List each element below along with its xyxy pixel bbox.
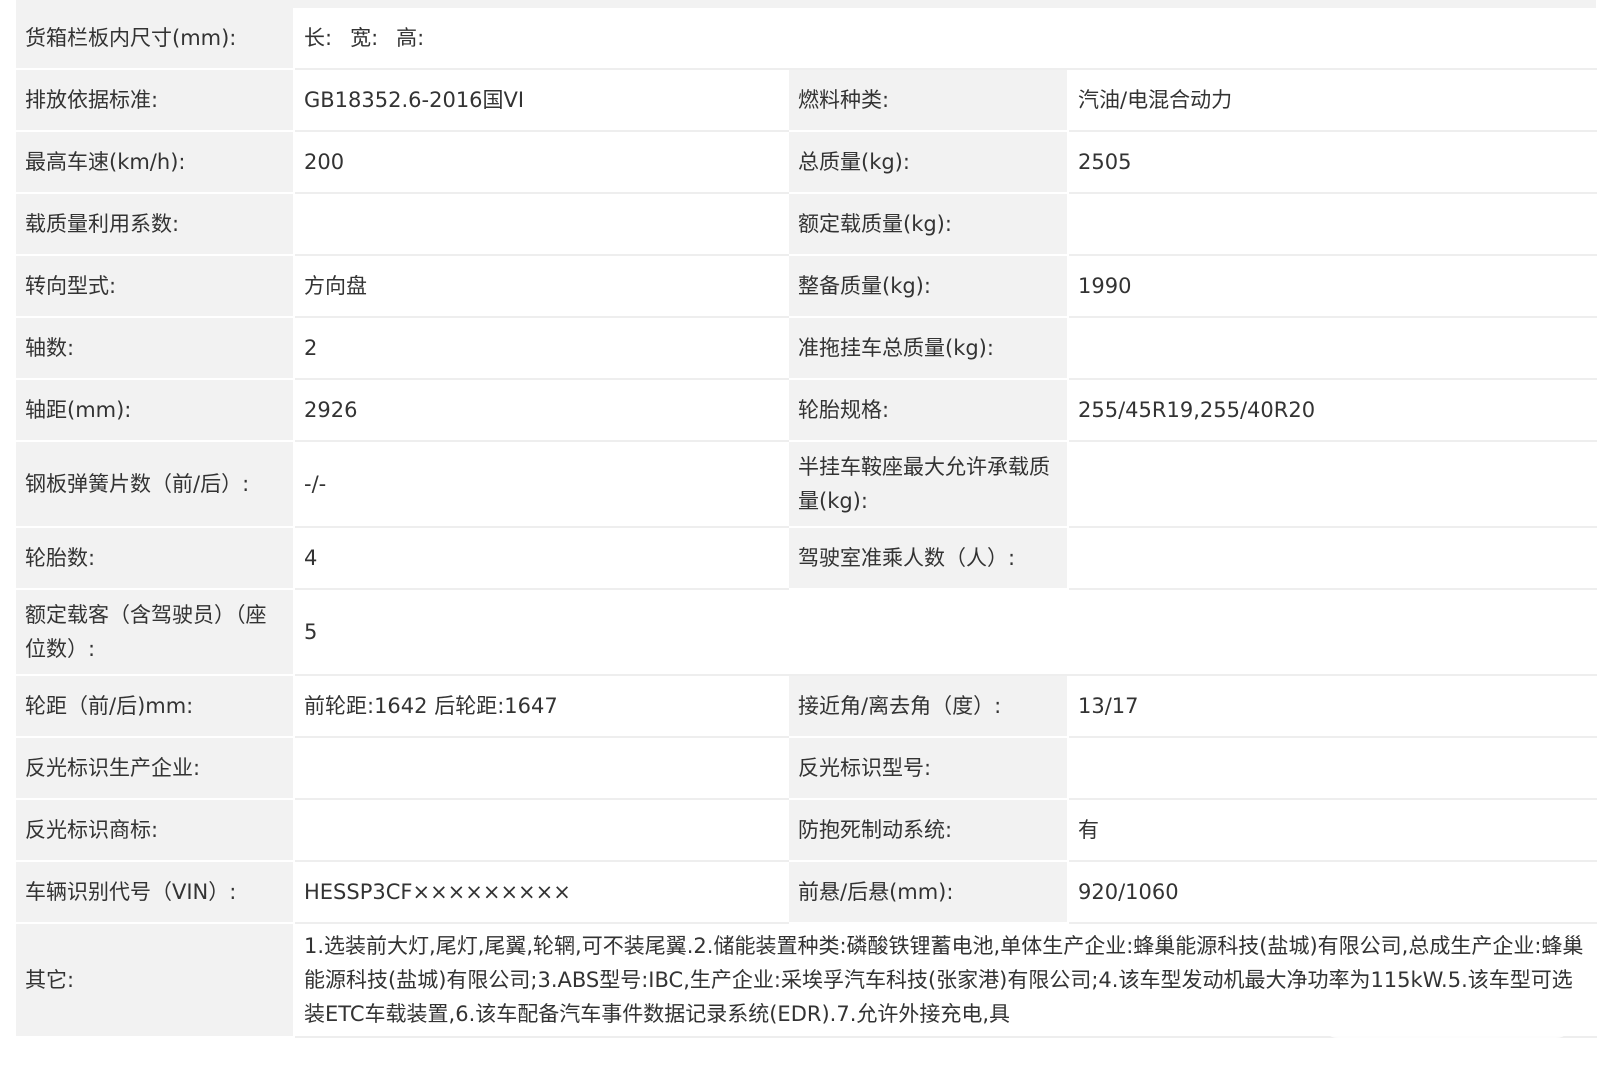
field-value — [1068, 527, 1598, 590]
spec-row: 最高车速(km/h): 200 总质量(kg): 2505 — [16, 131, 1598, 194]
field-label: 车辆识别代号（VIN）: — [16, 861, 295, 924]
field-value: 汽油/电混合动力 — [1068, 69, 1598, 132]
spec-row: 反光标识商标: 防抱死制动系统: 有 — [16, 799, 1598, 862]
field-value: 2926 — [294, 379, 789, 442]
field-label: 反光标识商标: — [16, 799, 295, 862]
spec-row: 轴数: 2 准拖挂车总质量(kg): — [16, 317, 1598, 380]
spec-row: 车辆识别代号（VIN）: HESSP3CF××××××××× 前悬/后悬(mm)… — [16, 861, 1598, 924]
field-label: 轴数: — [16, 317, 295, 380]
field-value — [294, 193, 789, 256]
field-value: -/- — [294, 441, 789, 528]
field-label: 载质量利用系数: — [16, 193, 295, 256]
field-label: 燃料种类: — [788, 69, 1069, 132]
field-label: 最高车速(km/h): — [16, 131, 295, 194]
field-value: 1990 — [1068, 255, 1598, 318]
field-label: 反光标识生产企业: — [16, 737, 295, 800]
watermark-overlay — [1321, 1004, 1573, 1038]
field-value — [1068, 737, 1598, 800]
spec-row: 轮胎数: 4 驾驶室准乘人数（人）: — [16, 527, 1598, 590]
field-value: 方向盘 — [294, 255, 789, 318]
field-label: 整备质量(kg): — [788, 255, 1069, 318]
spec-row: 转向型式: 方向盘 整备质量(kg): 1990 — [16, 255, 1598, 318]
field-value: 4 — [294, 527, 789, 590]
spec-row: 货箱栏板内尺寸(mm): 长: 宽: 高: — [16, 8, 1598, 70]
field-value: HESSP3CF××××××××× — [294, 861, 789, 924]
spec-row: 额定载客（含驾驶员）（座位数）: 5 — [16, 589, 1598, 676]
length-label: 长: — [304, 26, 333, 50]
field-label: 货箱栏板内尺寸(mm): — [16, 8, 295, 70]
spec-table: 货箱栏板内尺寸(mm): 长: 宽: 高: 排放依据标准: GB18352.6-20… — [16, 8, 1598, 1038]
field-value: 2 — [294, 317, 789, 380]
spec-row: 排放依据标准: GB18352.6-2016国VI 燃料种类: 汽油/电混合动力 — [16, 69, 1598, 132]
spec-row: 载质量利用系数: 额定载质量(kg): — [16, 193, 1598, 256]
field-value: 920/1060 — [1068, 861, 1598, 924]
field-value: 2505 — [1068, 131, 1598, 194]
spec-sheet: 货箱栏板内尺寸(mm): 长: 宽: 高: 排放依据标准: GB18352.6-20… — [0, 0, 1599, 1080]
spec-row: 反光标识生产企业: 反光标识型号: — [16, 737, 1598, 800]
field-value: 255/45R19,255/40R20 — [1068, 379, 1598, 442]
field-label: 排放依据标准: — [16, 69, 295, 132]
spec-row: 轴距(mm): 2926 轮胎规格: 255/45R19,255/40R20 — [16, 379, 1598, 442]
top-strip — [16, 0, 1596, 8]
field-label: 准拖挂车总质量(kg): — [788, 317, 1069, 380]
field-label: 防抱死制动系统: — [788, 799, 1069, 862]
spec-row: 钢板弹簧片数（前/后）: -/- 半挂车鞍座最大允许承载质量(kg): — [16, 441, 1598, 528]
field-label: 轴距(mm): — [16, 379, 295, 442]
field-value — [1068, 317, 1598, 380]
field-label: 钢板弹簧片数（前/后）: — [16, 441, 295, 528]
field-value — [294, 737, 789, 800]
width-label: 宽: — [350, 26, 379, 50]
field-label: 前悬/后悬(mm): — [788, 861, 1069, 924]
field-value — [294, 799, 789, 862]
field-label: 总质量(kg): — [788, 131, 1069, 194]
field-value: 200 — [294, 131, 789, 194]
field-label: 接近角/离去角（度）: — [788, 675, 1069, 738]
field-label: 轮距（前/后)mm: — [16, 675, 295, 738]
field-value: GB18352.6-2016国VI — [294, 69, 789, 132]
field-value — [1068, 441, 1598, 528]
field-label: 轮胎规格: — [788, 379, 1069, 442]
field-value — [1068, 193, 1598, 256]
field-label: 额定载质量(kg): — [788, 193, 1069, 256]
height-label: 高: — [396, 26, 425, 50]
spec-row: 轮距（前/后)mm: 前轮距:1642 后轮距:1647 接近角/离去角（度）:… — [16, 675, 1598, 738]
field-label: 驾驶室准乘人数（人）: — [788, 527, 1069, 590]
field-label: 额定载客（含驾驶员）（座位数）: — [16, 589, 295, 676]
field-label: 半挂车鞍座最大允许承载质量(kg): — [788, 441, 1069, 528]
field-value: 13/17 — [1068, 675, 1598, 738]
field-label: 转向型式: — [16, 255, 295, 318]
field-value: 有 — [1068, 799, 1598, 862]
field-value-cargo-dims: 长: 宽: 高: — [294, 8, 1598, 70]
field-label: 其它: — [16, 923, 295, 1038]
field-value: 前轮距:1642 后轮距:1647 — [294, 675, 789, 738]
field-value: 5 — [294, 589, 1598, 676]
field-label: 反光标识型号: — [788, 737, 1069, 800]
field-label: 轮胎数: — [16, 527, 295, 590]
